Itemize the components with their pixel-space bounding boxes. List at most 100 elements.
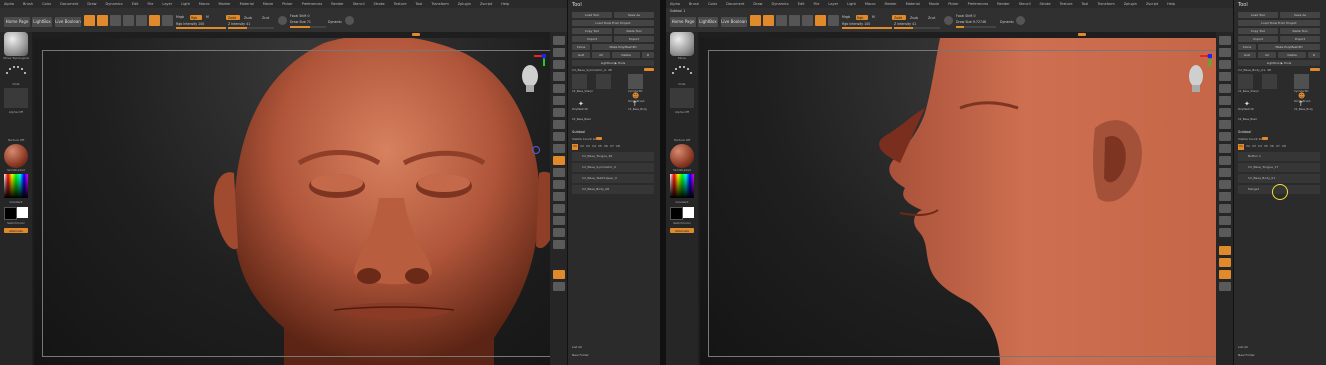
- m-label[interactable]: M: [206, 15, 209, 19]
- tool-thumb-2[interactable]: [596, 74, 611, 89]
- load-from-project-button[interactable]: Load Tools From Project: [572, 20, 654, 26]
- move-icon[interactable]: [553, 192, 565, 201]
- solo-icon[interactable]: [1219, 246, 1231, 255]
- subtool-title[interactable]: Subtool: [572, 130, 585, 134]
- scale-icon[interactable]: [553, 204, 565, 213]
- switch-color-label[interactable]: SwitchColor: [2, 221, 30, 225]
- goz-button[interactable]: GoZ: [1238, 52, 1256, 58]
- import-button[interactable]: Import: [572, 36, 612, 42]
- menu-stencil[interactable]: Stencil: [353, 2, 365, 6]
- brush-thumbnail[interactable]: [670, 32, 694, 56]
- menu-zscript[interactable]: Zscript: [1146, 2, 1158, 6]
- alpha-thumbnail[interactable]: [4, 88, 28, 108]
- load-from-project-button[interactable]: Load Tools From Project: [1238, 20, 1320, 26]
- move-mode-icon[interactable]: [110, 15, 121, 26]
- home-page-button[interactable]: Home Page: [670, 17, 696, 27]
- color-picker[interactable]: [4, 174, 28, 198]
- zcut-label[interactable]: Zcut: [262, 16, 269, 20]
- lightbox-button[interactable]: LightBox: [698, 17, 718, 27]
- z-intensity-label[interactable]: Z Intensity 41: [228, 22, 250, 26]
- menu-preferences[interactable]: Preferences: [968, 2, 989, 6]
- menu-stencil[interactable]: Stencil: [1019, 2, 1031, 6]
- export-button[interactable]: Export: [614, 36, 654, 42]
- rotate-icon[interactable]: [553, 168, 565, 177]
- orientation-gizmo[interactable]: [1182, 53, 1213, 94]
- tool-thumb-1[interactable]: [572, 74, 587, 89]
- spix-icon[interactable]: [1219, 48, 1231, 57]
- brush-size-icon[interactable]: [944, 16, 953, 25]
- layer-v6[interactable]: V6: [1270, 144, 1274, 150]
- rgb-intensity-slider[interactable]: [176, 27, 226, 29]
- layer-v3[interactable]: V3: [586, 144, 590, 150]
- zsub-label[interactable]: Zsub: [244, 16, 252, 20]
- main-color-swatch[interactable]: [683, 207, 694, 218]
- subtool-row-3[interactable]: C2_Base_TeethUpper_0: [572, 174, 654, 183]
- material-mode-icon[interactable]: [815, 15, 826, 26]
- bpr-icon[interactable]: [553, 36, 565, 45]
- light-position-icon[interactable]: [532, 146, 540, 154]
- menu-edit[interactable]: Edit: [132, 2, 139, 6]
- brush-size-icon[interactable]: [278, 16, 287, 25]
- focal-shift-label[interactable]: Focal Shift 0: [290, 14, 310, 18]
- main-color-swatch[interactable]: [17, 207, 28, 218]
- polyf-icon[interactable]: [1219, 228, 1231, 237]
- local-icon[interactable]: [1219, 132, 1231, 141]
- copy-tool-button[interactable]: Copy Tool: [572, 28, 612, 34]
- scale-mode-icon[interactable]: [123, 15, 134, 26]
- rotate-view-icon[interactable]: [553, 216, 565, 225]
- menu-file[interactable]: File: [148, 2, 154, 6]
- lightbox-tools-button[interactable]: Lightbox ▶ Tools: [1238, 60, 1320, 66]
- menu-zplugin[interactable]: Zplugin: [1124, 2, 1137, 6]
- transp-icon[interactable]: [553, 240, 565, 249]
- floor-icon[interactable]: [1219, 120, 1231, 129]
- all-button[interactable]: All: [592, 52, 610, 58]
- menu-render[interactable]: Render: [331, 2, 343, 6]
- rotate-view-icon[interactable]: [1219, 216, 1231, 225]
- scale-icon[interactable]: [1219, 204, 1231, 213]
- viewport-handle[interactable]: [1078, 33, 1086, 36]
- color-picker[interactable]: [670, 174, 694, 198]
- scroll-icon[interactable]: [1219, 60, 1231, 69]
- menu-light[interactable]: Light: [847, 2, 856, 6]
- menu-material[interactable]: Material: [906, 2, 920, 6]
- xyz-icon[interactable]: [553, 156, 565, 165]
- z-intensity-slider[interactable]: [228, 27, 274, 29]
- aahalf-icon[interactable]: [553, 96, 565, 105]
- subtool-row-4[interactable]: C2_Base_Body_06: [572, 185, 654, 194]
- transp-icon[interactable]: [1219, 258, 1231, 267]
- polymesh-icon[interactable]: ✦: [1244, 100, 1250, 108]
- new-folder-button[interactable]: New Folder: [1238, 353, 1255, 357]
- tool-thumb-2[interactable]: [1262, 74, 1277, 89]
- rgb-intensity-slider[interactable]: [842, 27, 892, 29]
- secondary-color-swatch[interactable]: [670, 207, 683, 220]
- layer-v1[interactable]: V1: [572, 144, 578, 150]
- layer-v7[interactable]: V7: [610, 144, 614, 150]
- menu-draw[interactable]: Draw: [87, 2, 96, 6]
- texture-label[interactable]: Texture Off: [668, 138, 696, 142]
- list-all-button[interactable]: List All: [1238, 345, 1248, 349]
- load-tool-button[interactable]: Load Tool: [1238, 12, 1278, 18]
- layer-v2[interactable]: V2: [580, 144, 584, 150]
- secondary-color-swatch[interactable]: [4, 207, 17, 220]
- menu-stroke[interactable]: Stroke: [1040, 2, 1051, 6]
- draw-size-slider[interactable]: [290, 26, 326, 28]
- material-sphere[interactable]: [4, 144, 28, 168]
- menu-edit[interactable]: Edit: [798, 2, 805, 6]
- menu-macro[interactable]: Macro: [865, 2, 876, 6]
- rotate-mode-icon[interactable]: [136, 15, 147, 26]
- material-mode-icon[interactable]: [149, 15, 160, 26]
- xpose-icon[interactable]: [553, 282, 565, 291]
- subtool-row-3[interactable]: C2_Base_Body_01: [1238, 174, 1320, 183]
- menu-file[interactable]: File: [814, 2, 820, 6]
- visible-count-slider[interactable]: [596, 137, 602, 140]
- draw-mode-icon[interactable]: [763, 15, 774, 26]
- gradient-label[interactable]: Gradient: [668, 200, 696, 204]
- menu-material[interactable]: Material: [240, 2, 254, 6]
- paste-tool-button[interactable]: Paste Tool: [1280, 28, 1320, 34]
- menu-tool[interactable]: Tool: [416, 2, 423, 6]
- menu-texture[interactable]: Texture: [394, 2, 407, 6]
- menu-dynamics[interactable]: Dynamics: [772, 2, 789, 6]
- tool-thumb-3[interactable]: [628, 74, 643, 89]
- edit-mode-icon[interactable]: [750, 15, 761, 26]
- menu-document[interactable]: Document: [60, 2, 78, 6]
